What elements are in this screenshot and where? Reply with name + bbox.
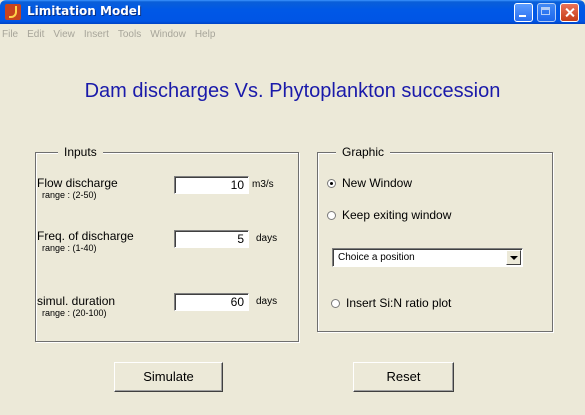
keep-window-option[interactable]: Keep exiting window bbox=[327, 208, 451, 222]
chevron-down-icon[interactable] bbox=[506, 250, 521, 265]
position-select[interactable]: Choice a position bbox=[332, 248, 523, 267]
radio-unselected-icon[interactable] bbox=[327, 210, 336, 220]
sin-ratio-label: Insert Si:N ratio plot bbox=[346, 296, 452, 310]
simul-duration-label: simul. duration bbox=[37, 294, 116, 308]
menu-bar: File Edit View Insert Tools Window Help bbox=[0, 24, 585, 44]
flow-discharge-range: range : (2-50) bbox=[42, 190, 97, 200]
simul-duration-input[interactable]: 60 bbox=[174, 293, 249, 311]
new-window-label: New Window bbox=[342, 176, 413, 190]
radio-unselected-icon[interactable] bbox=[331, 298, 340, 308]
menu-file[interactable]: File bbox=[0, 29, 23, 40]
flow-discharge-input[interactable]: 10 bbox=[174, 176, 249, 194]
menu-help[interactable]: Help bbox=[191, 29, 221, 40]
menu-edit[interactable]: Edit bbox=[23, 29, 49, 40]
freq-discharge-label: Freq. of discharge bbox=[37, 229, 134, 243]
flow-discharge-label: Flow discharge bbox=[37, 176, 118, 190]
keep-window-label: Keep exiting window bbox=[342, 208, 452, 222]
radio-selected-icon[interactable] bbox=[327, 178, 336, 188]
title-bar[interactable]: Limitation Model bbox=[0, 0, 585, 24]
new-window-option[interactable]: New Window bbox=[327, 176, 412, 190]
maximize-button[interactable] bbox=[537, 3, 556, 22]
freq-discharge-unit: days bbox=[256, 233, 278, 244]
freq-discharge-range: range : (1-40) bbox=[42, 243, 97, 253]
menu-view[interactable]: View bbox=[49, 29, 80, 40]
position-select-value: Choice a position bbox=[338, 252, 415, 263]
matlab-icon bbox=[5, 4, 21, 20]
page-title: Dam discharges Vs. Phytoplankton success… bbox=[84, 80, 501, 102]
sin-ratio-option[interactable]: Insert Si:N ratio plot bbox=[331, 296, 451, 310]
inputs-group-title: Inputs bbox=[58, 145, 103, 159]
freq-discharge-input[interactable]: 5 bbox=[174, 230, 249, 248]
reset-button[interactable]: Reset bbox=[353, 362, 454, 392]
app-window: Limitation Model File Edit View Insert T… bbox=[0, 0, 585, 415]
simul-duration-unit: days bbox=[256, 296, 278, 307]
menu-tools[interactable]: Tools bbox=[114, 29, 146, 40]
minimize-button[interactable] bbox=[514, 3, 533, 22]
window-title: Limitation Model bbox=[27, 4, 142, 18]
graphic-group-title: Graphic bbox=[336, 145, 391, 159]
simulate-button[interactable]: Simulate bbox=[114, 362, 223, 392]
menu-insert[interactable]: Insert bbox=[80, 29, 114, 40]
close-button[interactable] bbox=[560, 3, 579, 22]
flow-discharge-unit: m3/s bbox=[252, 179, 274, 190]
simul-duration-range: range : (20-100) bbox=[42, 308, 107, 318]
menu-window[interactable]: Window bbox=[146, 29, 191, 40]
